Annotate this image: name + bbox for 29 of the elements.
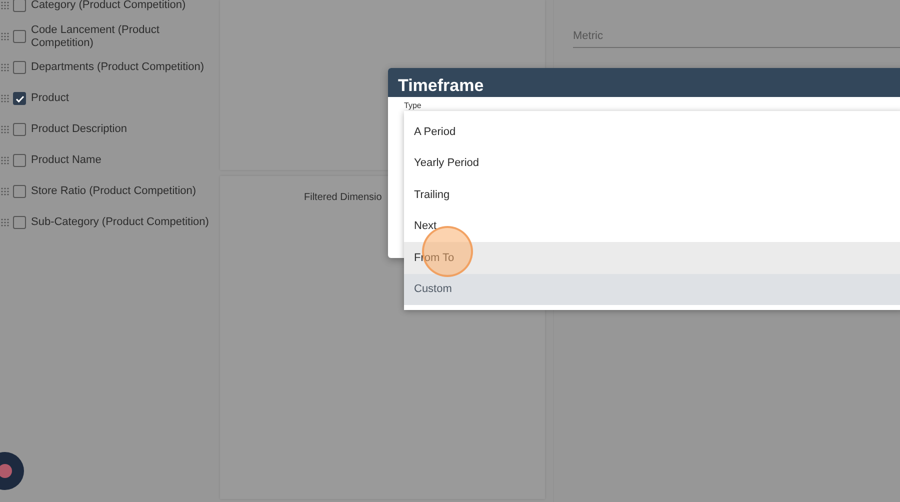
drag-handle-icon[interactable]: [1, 156, 9, 166]
checkbox[interactable]: [13, 185, 26, 198]
panel-title: Filtered Dimensio: [304, 192, 382, 202]
dimension-label[interactable]: Product Name: [29, 154, 102, 167]
drag-handle-icon[interactable]: [1, 186, 9, 196]
drag-handle-icon[interactable]: [1, 0, 9, 10]
drag-handle-icon[interactable]: [1, 218, 9, 228]
drag-handle-icon[interactable]: [1, 94, 9, 104]
checkbox[interactable]: [13, 61, 26, 74]
dimension-label[interactable]: Code Lancement (Product Competition): [29, 24, 216, 50]
dimension-label[interactable]: Departments (Product Competition): [29, 61, 204, 74]
checkbox[interactable]: [13, 0, 26, 12]
dimension-label[interactable]: Category (Product Competition): [29, 0, 186, 12]
drag-handle-icon[interactable]: [1, 62, 9, 72]
checkbox[interactable]: [13, 92, 26, 105]
checkbox[interactable]: [13, 154, 26, 167]
metric-field[interactable]: Metric: [573, 26, 900, 48]
drag-handle-icon[interactable]: [1, 32, 9, 42]
dimension-label[interactable]: Store Ratio (Product Competition): [29, 185, 196, 198]
dialog-title: Timeframe: [398, 76, 484, 95]
dimension-label[interactable]: Sub-Category (Product Competition): [29, 216, 209, 229]
checkbox[interactable]: [13, 123, 26, 136]
checkbox[interactable]: [13, 30, 26, 43]
dropdown-option[interactable]: Custom: [404, 274, 900, 305]
drag-handle-icon[interactable]: [1, 124, 9, 134]
dimension-label[interactable]: Product: [29, 92, 69, 105]
dimension-label[interactable]: Product Description: [29, 123, 127, 136]
field-label: Type: [404, 101, 422, 110]
checkbox[interactable]: [13, 216, 26, 229]
